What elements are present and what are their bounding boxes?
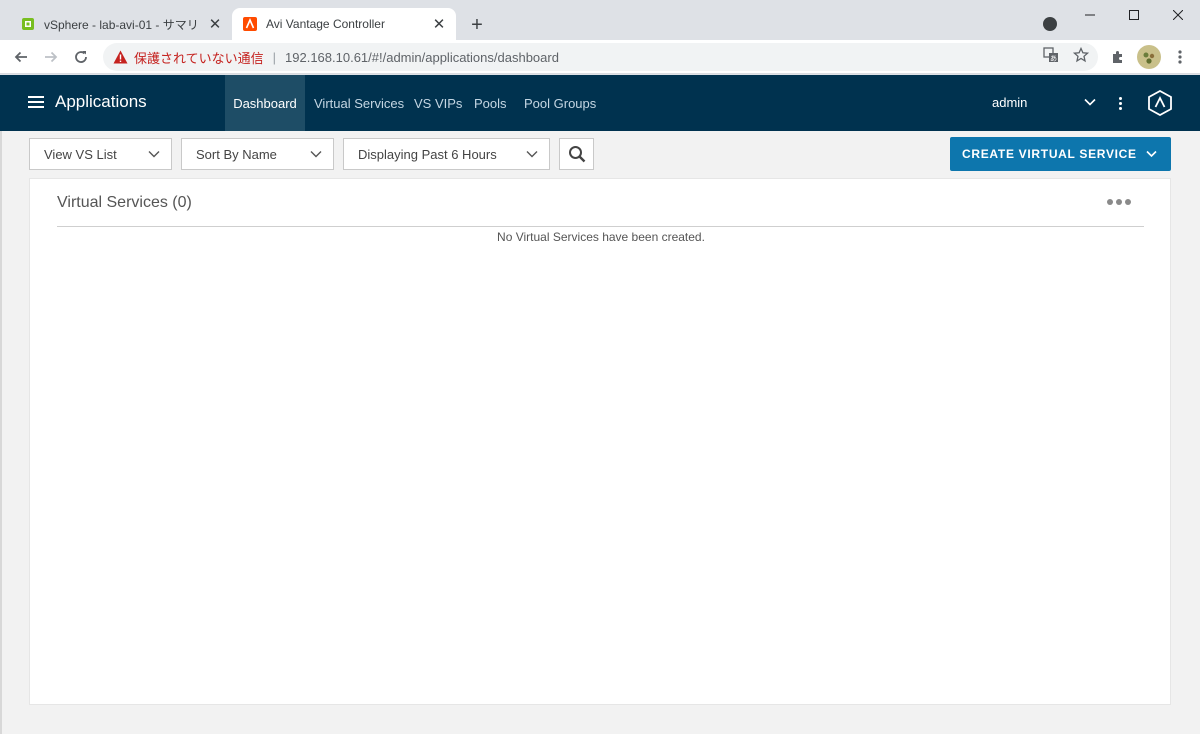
translate-icon[interactable]: あ <box>1042 46 1060 64</box>
sort-select[interactable]: Sort By Name <box>181 138 334 170</box>
search-button[interactable] <box>559 138 594 170</box>
address-bar[interactable]: 保護されていない通信 | 192.168.10.61/#!/admin/appl… <box>103 43 1098 71</box>
app-header: Applications Dashboard Virtual Services … <box>0 75 1200 131</box>
tab-pool-groups[interactable]: Pool Groups <box>524 75 614 131</box>
chevron-down-icon <box>148 151 160 158</box>
tab-virtual-services[interactable]: Virtual Services <box>305 75 412 131</box>
tab-vs-vips[interactable]: VS VIPs <box>412 75 474 131</box>
tab-title: Avi Vantage Controller <box>266 17 385 31</box>
chevron-down-icon <box>1146 150 1157 158</box>
view-select[interactable]: View VS List <box>29 138 172 170</box>
new-tab-button[interactable]: + <box>464 12 490 38</box>
security-label: 保護されていない通信 <box>134 50 264 66</box>
avi-logo-icon[interactable] <box>1148 89 1172 117</box>
reload-icon[interactable] <box>68 44 94 70</box>
avi-icon <box>242 16 258 32</box>
browser-tab-avi[interactable]: Avi Vantage Controller ✕ <box>232 8 456 40</box>
create-button-label: CREATE VIRTUAL SERVICE <box>962 147 1137 161</box>
hamburger-menu-icon[interactable] <box>28 96 44 110</box>
tab-dashboard[interactable]: Dashboard <box>225 75 305 131</box>
maximize-icon[interactable] <box>1112 0 1156 30</box>
back-arrow-icon[interactable] <box>8 44 34 70</box>
extensions-icon[interactable] <box>1106 45 1130 69</box>
user-name[interactable]: admin <box>992 95 1027 110</box>
nav-tabs: Dashboard Virtual Services VS VIPs Pools… <box>225 75 614 131</box>
minimize-icon[interactable] <box>1068 0 1112 30</box>
tab-close-icon[interactable]: ✕ <box>428 13 450 35</box>
empty-state-message: No Virtual Services have been created. <box>497 230 705 244</box>
more-options-icon[interactable] <box>1113 94 1127 112</box>
more-horizontal-icon[interactable] <box>1107 199 1131 205</box>
forward-arrow-icon[interactable] <box>38 44 64 70</box>
create-virtual-service-button[interactable]: CREATE VIRTUAL SERVICE <box>950 137 1171 171</box>
chevron-down-icon <box>526 151 538 158</box>
sort-select-label: Sort By Name <box>196 146 277 162</box>
profile-avatar-icon[interactable] <box>1137 45 1161 69</box>
chevron-down-icon <box>310 151 322 158</box>
browser-tab-strip: vSphere - lab-avi-01 - サマリ ✕ Avi Vantage… <box>0 0 1200 40</box>
vsphere-icon <box>20 16 36 32</box>
url-text[interactable]: 192.168.10.61/#!/admin/applications/dash… <box>285 50 559 65</box>
browser-toolbar: 保護されていない通信 | 192.168.10.61/#!/admin/appl… <box>0 40 1200 74</box>
panel-title: Virtual Services (0) <box>57 194 192 211</box>
time-range-label: Displaying Past 6 Hours <box>358 146 497 162</box>
main-content: View VS List Sort By Name Displaying Pas… <box>0 131 1200 734</box>
search-icon <box>568 146 585 163</box>
close-window-icon[interactable] <box>1156 0 1200 30</box>
profile-menu-icon[interactable] <box>1043 17 1057 31</box>
time-range-select[interactable]: Displaying Past 6 Hours <box>343 138 550 170</box>
view-select-label: View VS List <box>44 146 117 162</box>
bookmark-star-icon[interactable] <box>1072 46 1090 64</box>
window-edge <box>0 131 2 734</box>
browser-menu-icon[interactable] <box>1168 45 1192 69</box>
tab-close-icon[interactable]: ✕ <box>204 13 226 35</box>
chevron-down-icon[interactable] <box>1083 95 1099 111</box>
virtual-services-panel: Virtual Services (0) No Virtual Services… <box>29 178 1171 705</box>
tab-title: vSphere - lab-avi-01 - サマリ <box>44 17 199 32</box>
svg-text:あ: あ <box>1050 55 1057 63</box>
address-separator: | <box>272 49 277 65</box>
tab-pools[interactable]: Pools <box>474 75 524 131</box>
warning-icon[interactable] <box>112 49 128 65</box>
app-title: Applications <box>55 92 147 111</box>
panel-divider <box>57 226 1144 227</box>
browser-tab-vsphere[interactable]: vSphere - lab-avi-01 - サマリ ✕ <box>10 8 232 40</box>
